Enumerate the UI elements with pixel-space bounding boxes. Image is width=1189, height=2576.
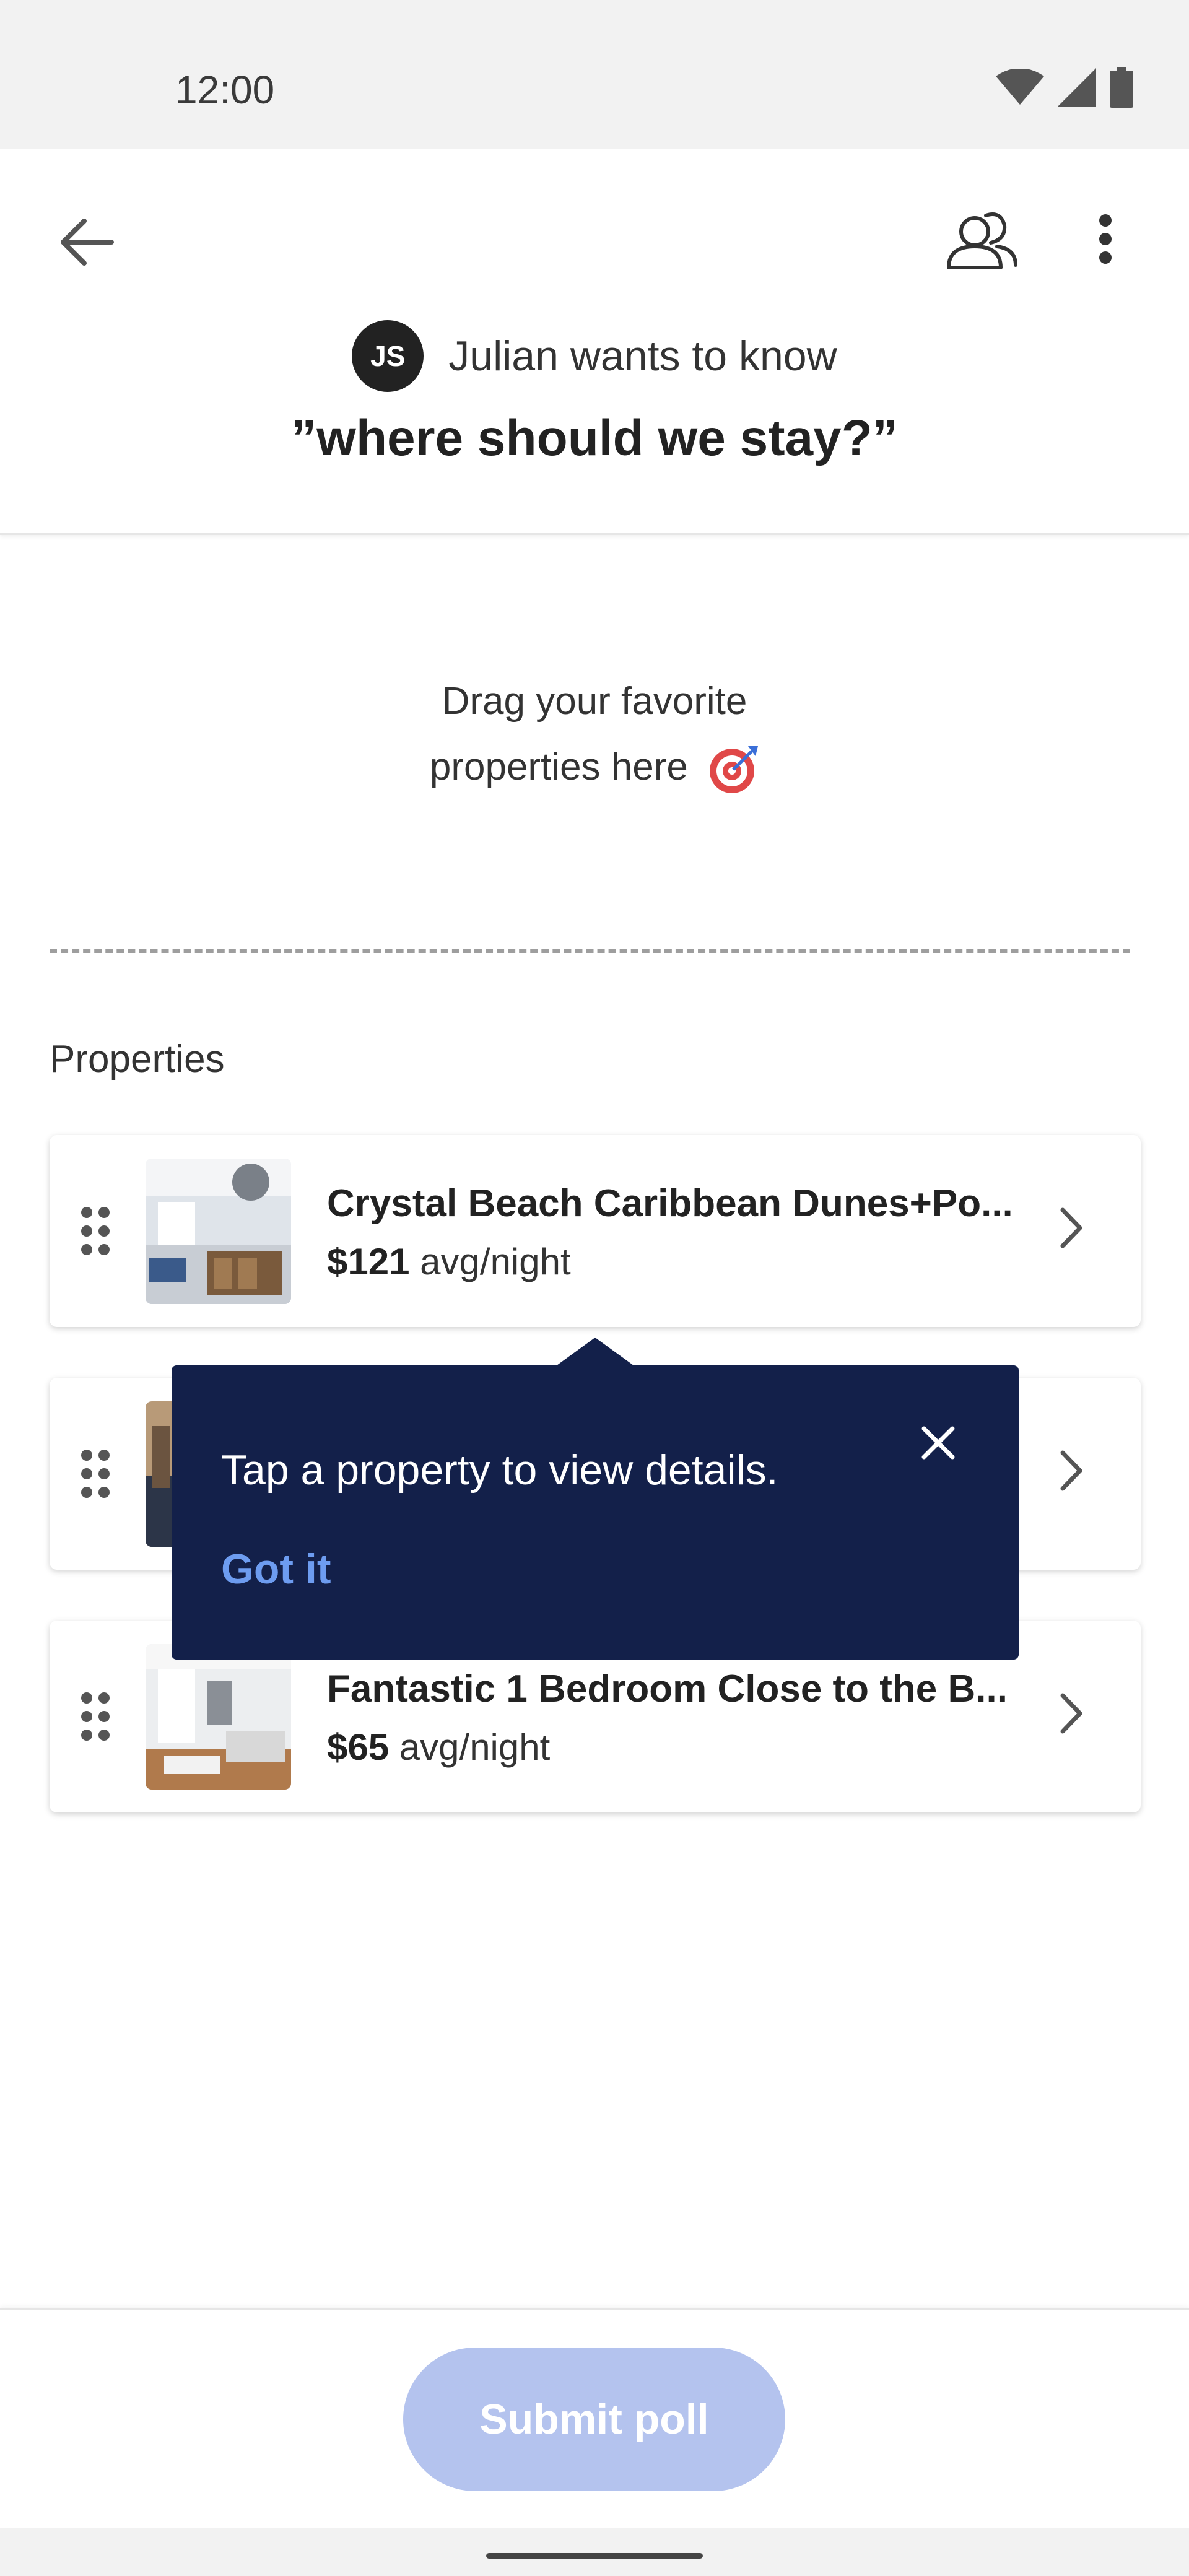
property-price-row: $121 avg/night (327, 1240, 571, 1283)
drag-handle-icon[interactable] (79, 1206, 111, 1256)
property-title: Crystal Beach Caribbean Dunes+Po... (327, 1182, 1013, 1225)
property-price: $121 (327, 1241, 410, 1282)
tooltip-text: Tap a property to view details. (221, 1447, 778, 1494)
target-icon (710, 746, 759, 793)
property-thumbnail (146, 1644, 291, 1790)
submit-poll-button[interactable]: Submit poll (403, 2348, 785, 2491)
battery-icon (1110, 67, 1133, 108)
properties-heading: Properties (50, 1038, 225, 1081)
more-options-button[interactable] (1068, 202, 1143, 276)
property-title: Fantastic 1 Bedroom Close to the B... (327, 1668, 1008, 1710)
bottom-action-bar: Submit poll (0, 2308, 1189, 2528)
property-thumbnail (146, 1159, 291, 1304)
wifi-icon (996, 69, 1044, 105)
more-vert-icon (1099, 214, 1112, 264)
system-nav-bar (0, 2528, 1189, 2576)
drag-handle-icon[interactable] (79, 1449, 111, 1499)
status-icons (996, 67, 1133, 108)
close-icon (921, 1426, 955, 1460)
poll-asker: JS Julian wants to know (0, 320, 1189, 392)
property-price-unit: avg/night (420, 1241, 571, 1282)
people-icon (947, 212, 1017, 269)
avatar: JS (352, 320, 424, 392)
drag-handle-icon[interactable] (79, 1692, 111, 1741)
asker-text: Julian wants to know (448, 333, 837, 380)
back-button[interactable] (50, 205, 124, 279)
drop-zone-line-1: Drag your favorite (442, 680, 747, 723)
tooltip-close-button[interactable] (907, 1412, 969, 1474)
status-bar: 12:00 (0, 0, 1189, 149)
chevron-right-icon (1060, 1208, 1082, 1248)
home-handle[interactable] (486, 2553, 703, 2559)
drop-zone-divider (50, 949, 1130, 953)
participants-button[interactable] (941, 199, 1022, 279)
status-time: 12:00 (175, 67, 275, 112)
drop-zone-line-2: properties here (429, 746, 688, 788)
tooltip-arrow (557, 1338, 634, 1365)
onboarding-tooltip: Tap a property to view details. Got it (172, 1338, 1019, 1660)
property-price: $65 (327, 1726, 390, 1768)
signal-icon (1058, 68, 1096, 107)
chevron-right-icon (1060, 1450, 1082, 1491)
arrow-back-icon (61, 219, 114, 266)
chevron-right-icon (1060, 1693, 1082, 1734)
property-price-unit: avg/night (399, 1726, 551, 1768)
poll-question: ”where should we stay?” (291, 410, 898, 466)
got-it-button[interactable]: Got it (221, 1545, 331, 1593)
property-price-row: $65 avg/night (327, 1726, 550, 1769)
property-card[interactable]: Crystal Beach Caribbean Dunes+Po... $121… (50, 1135, 1141, 1327)
poll-header: JS Julian wants to know ”where should we… (0, 149, 1189, 535)
drop-zone-line-2-wrap: properties here (0, 734, 1189, 800)
favorites-drop-zone[interactable]: Drag your favorite properties here (0, 669, 1189, 800)
